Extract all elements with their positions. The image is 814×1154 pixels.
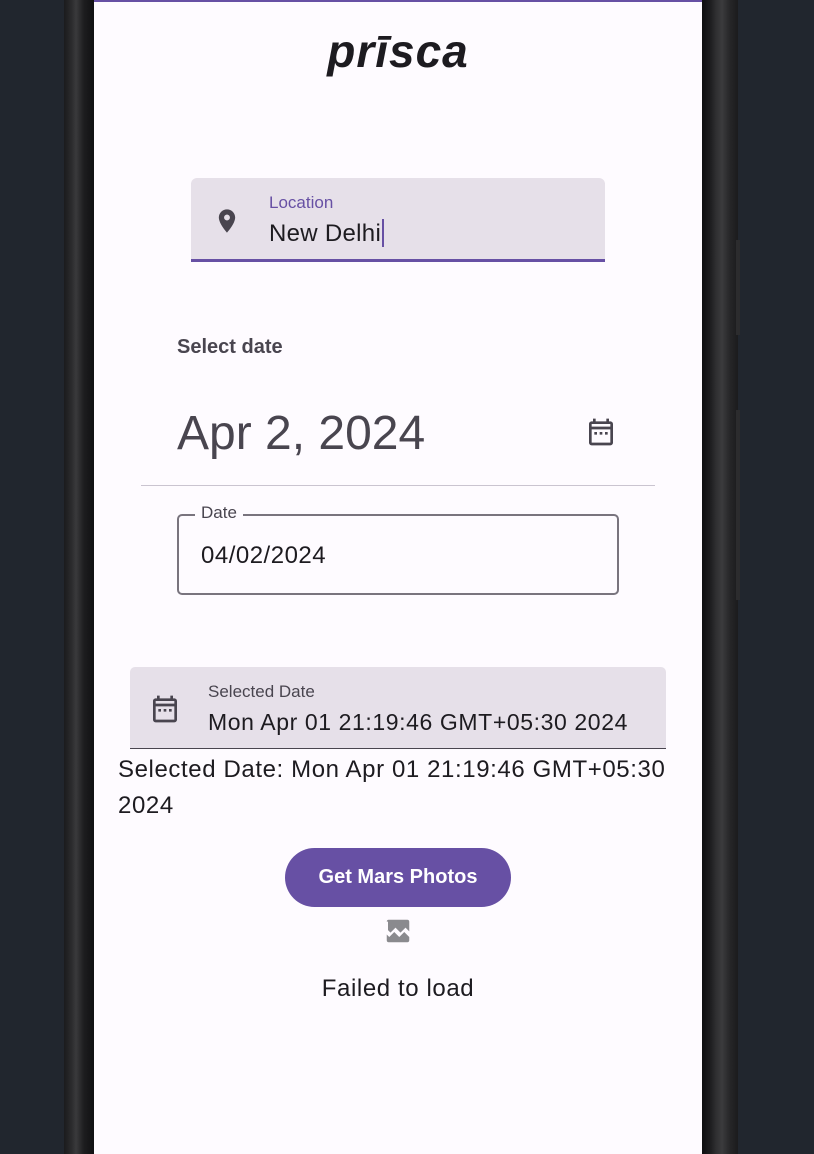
date-text-input[interactable]: 04/02/2024 — [177, 514, 619, 595]
selected-date-field[interactable]: Selected Date Mon Apr 01 21:19:46 GMT+05… — [130, 667, 666, 749]
location-value: New Delhi — [269, 220, 382, 247]
date-picker-title: Select date — [177, 336, 283, 358]
date-picker-headline: Apr 2, 2024 — [177, 407, 426, 460]
calendar-icon — [153, 695, 177, 723]
top-accent-bar — [94, 0, 702, 2]
date-input-label: Date — [195, 503, 243, 523]
location-label: Location — [269, 193, 334, 212]
calendar-icon — [589, 418, 613, 446]
device-frame-left — [64, 0, 94, 1154]
app-logo: prīsca — [327, 25, 469, 77]
date-input-value: 04/02/2024 — [201, 542, 327, 569]
get-mars-photos-button[interactable]: Get Mars Photos — [285, 848, 511, 907]
device-power-button — [736, 240, 740, 335]
location-pin-icon — [218, 209, 236, 233]
device-volume-button — [736, 410, 740, 600]
headline-divider — [141, 485, 655, 486]
text-cursor — [382, 219, 385, 247]
app-screen: prīsca Location New Delhi Select date Ap… — [94, 0, 702, 1154]
selected-date-value: Mon Apr 01 21:19:46 GMT+05:30 2024 — [208, 709, 628, 735]
selected-date-text: Selected Date: Mon Apr 01 21:19:46 GMT+0… — [118, 756, 666, 819]
calendar-mode-toggle-button[interactable] — [582, 413, 620, 451]
load-error-message: Failed to load — [321, 975, 475, 1002]
location-input[interactable]: Location New Delhi — [191, 178, 605, 262]
selected-date-label: Selected Date — [208, 682, 315, 701]
location-value-row[interactable]: New Delhi — [269, 219, 385, 248]
broken-image-icon — [386, 919, 410, 943]
device-frame-right — [702, 0, 738, 1154]
